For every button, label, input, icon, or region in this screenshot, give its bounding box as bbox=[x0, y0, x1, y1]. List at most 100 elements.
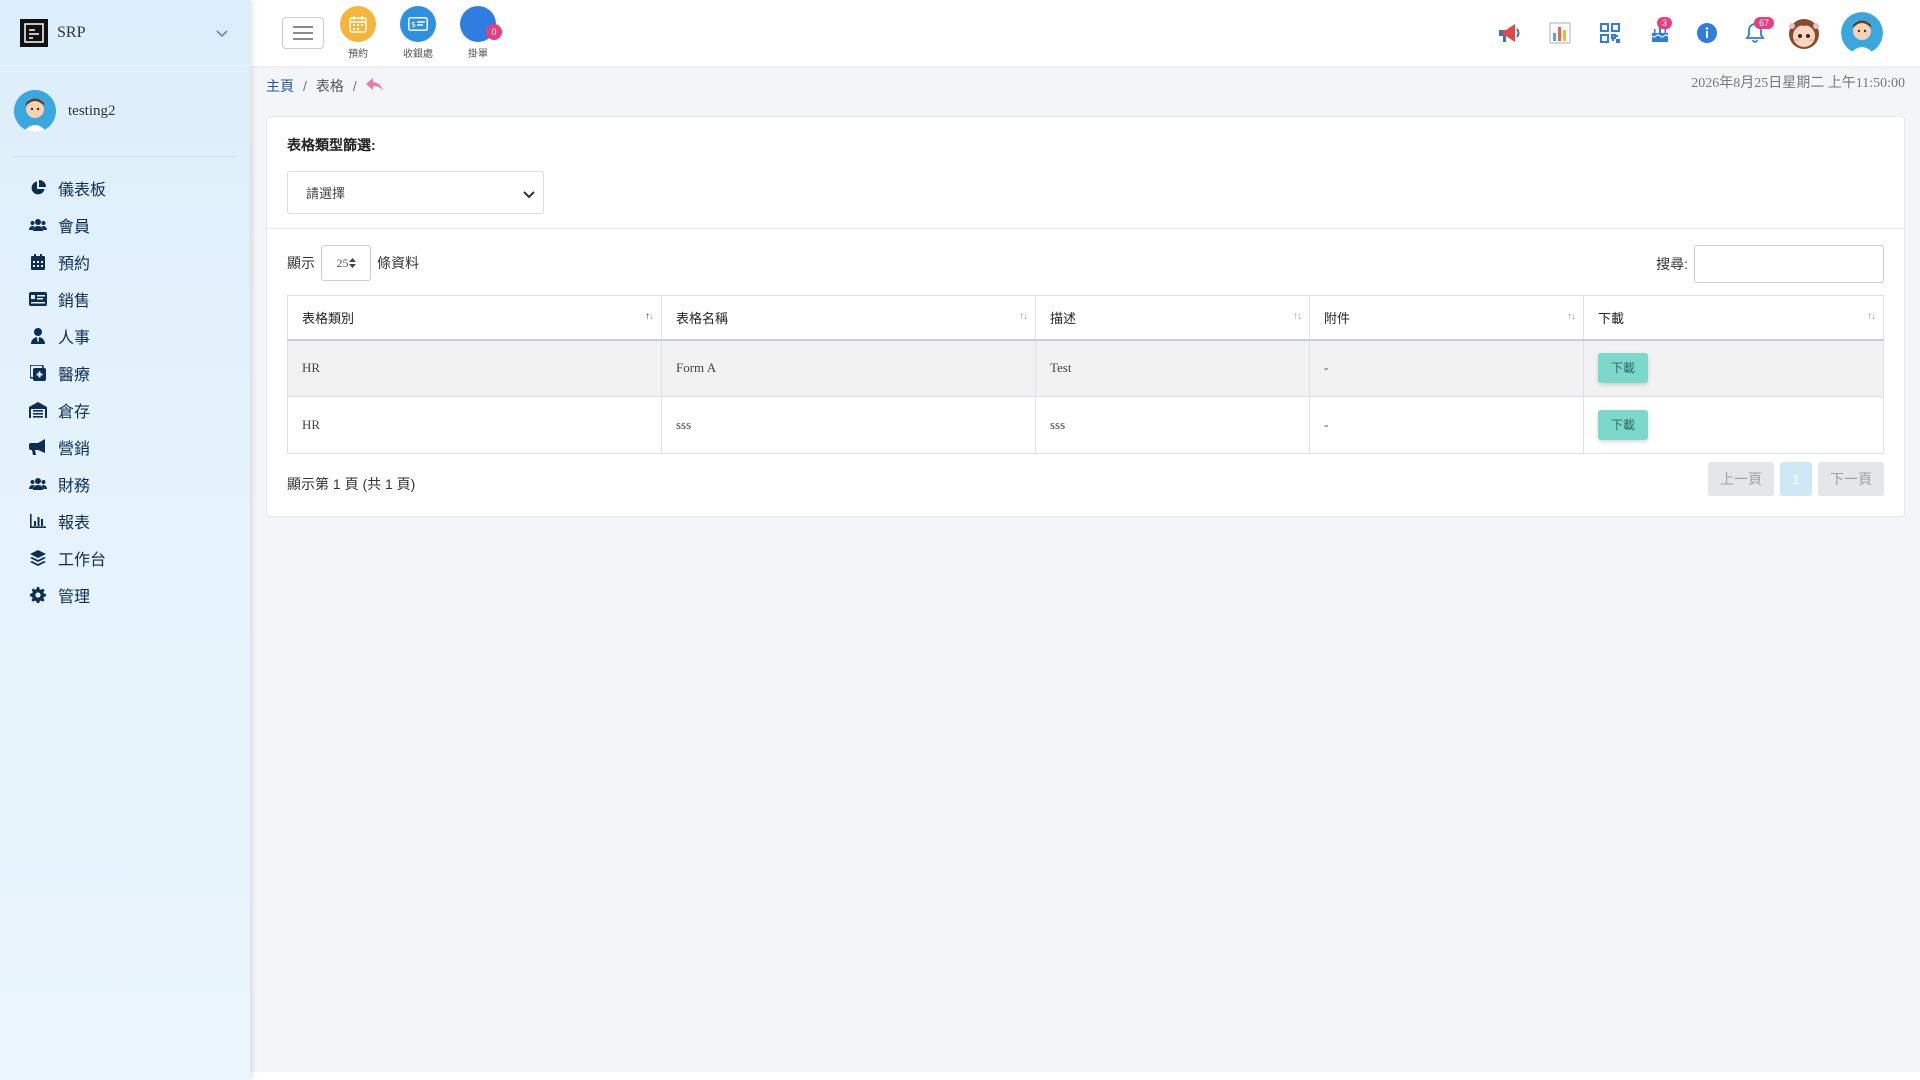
sidebar-item-hr[interactable]: 人事 bbox=[0, 317, 250, 354]
bar-chart-icon[interactable] bbox=[1545, 18, 1575, 48]
forms-table: 表格類別 ↑↓ 表格名稱 ↑↓ 描述 ↑↓ 附件 ↑↓ 下載 ↑↓ HR For… bbox=[287, 295, 1884, 454]
page-length-select[interactable]: 25 bbox=[321, 245, 371, 281]
prev-page-button[interactable]: 上一頁 bbox=[1708, 462, 1774, 496]
quick-booking-button[interactable]: 預約 bbox=[333, 6, 383, 60]
cell-name: sss bbox=[661, 396, 1036, 454]
sidebar-item-label: 工作台 bbox=[58, 551, 107, 569]
form-type-select[interactable]: 請選擇 bbox=[287, 171, 544, 214]
sidebar-item-medical[interactable]: 醫療 bbox=[0, 354, 250, 391]
topbar: 預約 $ 收銀處 0 掛單 3 67 bbox=[250, 0, 1920, 66]
sidebar-item-marketing[interactable]: 營銷 bbox=[0, 428, 250, 465]
sidebar-item-reports[interactable]: 報表 bbox=[0, 502, 250, 539]
sidebar-item-sales[interactable]: 銷售 bbox=[0, 280, 250, 317]
back-arrow-icon[interactable] bbox=[365, 77, 384, 95]
search-input[interactable] bbox=[1694, 245, 1884, 283]
bell-icon[interactable]: 67 bbox=[1740, 17, 1775, 48]
user-name: testing2 bbox=[68, 102, 116, 119]
column-header-label: 描述 bbox=[1050, 310, 1077, 326]
table-header-row: 表格類別 ↑↓ 表格名稱 ↑↓ 描述 ↑↓ 附件 ↑↓ 下載 ↑↓ bbox=[287, 295, 1884, 341]
table-footer: 顯示第 1 頁 (共 1 頁) 上一頁 1 下一頁 bbox=[287, 462, 1884, 502]
quick-label: 收銀處 bbox=[403, 49, 433, 60]
sidebar-item-warehouse[interactable]: 倉存 bbox=[0, 391, 250, 428]
cell-description: Test bbox=[1035, 339, 1310, 397]
medical-icon bbox=[29, 364, 47, 382]
qr-code-icon[interactable] bbox=[1595, 18, 1625, 48]
column-header-attachment[interactable]: 附件 ↑↓ bbox=[1309, 295, 1584, 341]
download-button[interactable]: 下載 bbox=[1598, 353, 1648, 384]
sidebar-item-dashboard[interactable]: 儀表板 bbox=[0, 169, 250, 206]
sidebar-item-label: 會員 bbox=[58, 218, 91, 236]
column-header-label: 下載 bbox=[1598, 310, 1625, 326]
quick-label: 預約 bbox=[348, 49, 368, 60]
next-page-button[interactable]: 下一頁 bbox=[1818, 462, 1884, 496]
sidebar-item-label: 銷售 bbox=[58, 292, 91, 310]
quick-pending-button[interactable]: 0 掛單 bbox=[453, 6, 503, 60]
brand-logo[interactable] bbox=[20, 18, 48, 47]
page-1-button[interactable]: 1 bbox=[1780, 462, 1812, 496]
cell-attachment: - bbox=[1309, 396, 1584, 454]
breadcrumb-home-link[interactable]: 主頁 bbox=[266, 76, 294, 96]
sort-arrows-icon bbox=[348, 258, 356, 268]
chevron-down-icon[interactable] bbox=[214, 25, 230, 41]
cell-download: 下載 bbox=[1583, 339, 1884, 397]
quick-cashier-button[interactable]: $ 收銀處 bbox=[393, 6, 443, 60]
breadcrumb: 主頁 / 表格 / bbox=[266, 76, 384, 96]
sort-icon: ↑↓ bbox=[1293, 311, 1302, 322]
sidebar-item-label: 營銷 bbox=[58, 440, 91, 458]
birthday-count-badge: 3 bbox=[1657, 17, 1673, 29]
hamburger-icon bbox=[293, 26, 313, 40]
download-button[interactable]: 下載 bbox=[1598, 410, 1648, 440]
sidebar-item-label: 倉存 bbox=[58, 403, 91, 421]
gear-icon bbox=[29, 586, 47, 604]
length-suffix: 條資料 bbox=[377, 255, 419, 271]
sidebar-item-label: 儀表板 bbox=[58, 181, 107, 199]
column-header-name[interactable]: 表格名稱 ↑↓ bbox=[661, 295, 1036, 341]
table-area: 顯示 25 條資料 搜尋: 表格類別 ↑↓ 表格名稱 ↑↓ 描述 ↑↓ 附件 ↑… bbox=[267, 229, 1904, 502]
forms-card: 表格類型篩選: 請選擇 顯示 25 條資料 搜尋: 表格類別 ↑↓ 表格名稱 ↑… bbox=[266, 116, 1905, 517]
user-avatar[interactable] bbox=[14, 90, 56, 132]
sidebar-item-finance[interactable]: 財務 bbox=[0, 465, 250, 502]
column-header-download[interactable]: 下載 ↑↓ bbox=[1583, 295, 1884, 341]
brand: SRP bbox=[0, 0, 250, 66]
breadcrumb-separator: / bbox=[352, 78, 357, 94]
sidebar-item-admin[interactable]: 管理 bbox=[0, 576, 250, 613]
column-header-label: 表格名稱 bbox=[676, 310, 729, 326]
users-icon bbox=[29, 216, 47, 234]
sidebar-item-label: 管理 bbox=[58, 588, 91, 606]
birthday-cake-icon[interactable]: 3 bbox=[1645, 17, 1675, 48]
sidebar-item-booking[interactable]: 預約 bbox=[0, 243, 250, 280]
bar-chart-icon bbox=[29, 512, 47, 530]
cell-name: Form A bbox=[661, 339, 1036, 397]
sidebar-item-label: 人事 bbox=[58, 329, 91, 347]
user-tie-icon bbox=[29, 327, 47, 345]
sort-icon: ↑↓ bbox=[1867, 311, 1876, 322]
girl-avatar[interactable] bbox=[1783, 12, 1825, 54]
form-type-select-value: 請選擇 bbox=[306, 186, 346, 201]
brand-name: SRP bbox=[57, 23, 86, 41]
current-datetime: 2026年8月25日星期二 上午11:50:00 bbox=[1691, 76, 1905, 91]
menu-toggle-button[interactable] bbox=[282, 17, 324, 49]
column-header-category[interactable]: 表格類別 ↑↓ bbox=[287, 295, 662, 341]
pending-orders-icon: 0 bbox=[460, 6, 502, 42]
chevron-down-icon bbox=[523, 188, 535, 203]
sort-icon: ↑↓ bbox=[1567, 311, 1576, 322]
layers-icon bbox=[29, 549, 47, 567]
breadcrumb-separator: / bbox=[303, 78, 307, 94]
pending-count-badge: 0 bbox=[486, 24, 502, 40]
user-avatar[interactable] bbox=[1841, 12, 1883, 54]
pie-chart-icon bbox=[29, 179, 47, 197]
sort-icon: ↑↓ bbox=[1019, 311, 1028, 322]
sidebar-item-members[interactable]: 會員 bbox=[0, 206, 250, 243]
users-icon bbox=[29, 475, 47, 493]
megaphone-icon bbox=[29, 438, 47, 456]
length-prefix: 顯示 bbox=[287, 255, 315, 271]
sidebar: SRP testing2 儀表板 會員 預約 銷售 人事 醫療 倉存 營銷 財務… bbox=[0, 0, 250, 1080]
warehouse-icon bbox=[29, 401, 47, 419]
id-card-icon bbox=[29, 290, 47, 308]
info-icon[interactable] bbox=[1692, 18, 1722, 48]
page-length-value: 25 bbox=[336, 255, 349, 270]
column-header-description[interactable]: 描述 ↑↓ bbox=[1035, 295, 1310, 341]
sidebar-item-workbench[interactable]: 工作台 bbox=[0, 539, 250, 576]
megaphone-icon[interactable] bbox=[1495, 18, 1525, 48]
notification-count-badge: 67 bbox=[1754, 17, 1775, 29]
